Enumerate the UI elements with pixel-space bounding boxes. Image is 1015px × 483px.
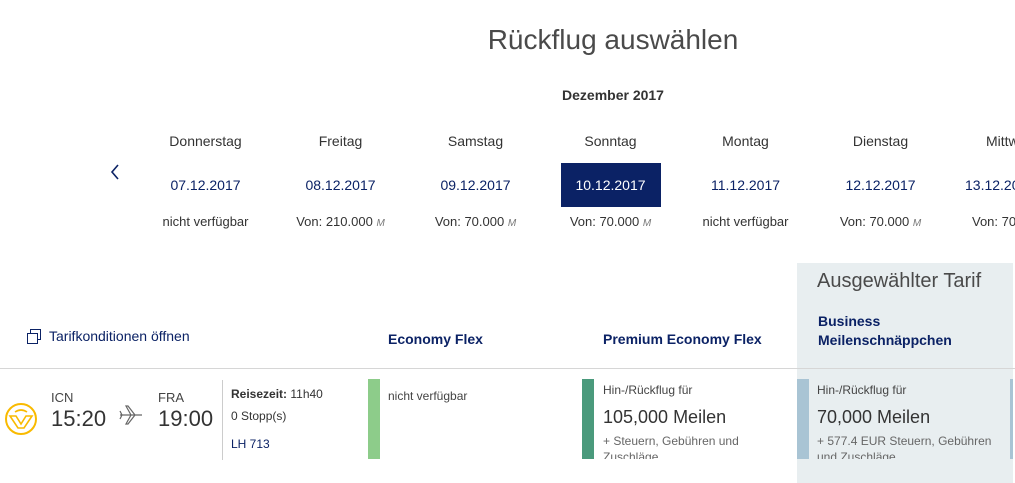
column-economy-flex: Economy Flex [388,331,483,347]
selected-tariff-title: Ausgewählter Tarif [817,270,982,292]
page-title: Rückflug auswählen [487,24,739,55]
miles-icon: M [376,218,385,229]
column-business: Business Meilenschnäppchen [818,313,952,348]
premium-fare-extra-cont: Zuschläge [603,450,659,459]
plane-icon [118,402,144,433]
month-label: Dezember 2017 [562,87,664,103]
price-text: nicht verfügbar [702,214,789,229]
price-text: Von: 70.000 [434,214,505,229]
business-fare-edge [1010,379,1013,459]
premium-fare-label: Hin-/Rückflug für [603,383,693,397]
origin-airport: ICN [51,390,74,405]
date-label: 11.12.2017 [710,177,781,193]
chevron-left-icon[interactable] [106,160,126,184]
business-fare-extra-cont: und Zuschläge [817,450,896,459]
price-label: Von: 210.000 M [273,214,408,229]
price-label: nicht verfügbar [678,214,813,229]
business-fare-miles: 70,000 Meilen [817,407,931,427]
weekday-label: Montag [722,133,769,149]
airline-logo [4,402,38,441]
date-label: 08.12.2017 [305,177,376,193]
day-4[interactable]: Montag 11.12.2017 nicht verfügbar [678,120,813,240]
economy-fare-unavailable: nicht verfügbar [388,389,468,403]
price-text: Von: 210.000 [296,214,373,229]
price-label: Von: 70.000 M [813,214,948,229]
price-text: Von: 70.000 [972,214,1015,229]
weekday-label: Donnerstag [169,133,242,149]
date-label: 13.12.2017 [965,177,1015,193]
tariff-conditions-link[interactable]: Tarifkonditionen öffnen [27,328,190,344]
weekday-label: Dienstag [852,133,909,149]
day-6[interactable]: Mittwoch 13.12.2017 Von: 70.000 M [948,120,1015,240]
price-text: Von: 70.000 [839,214,910,229]
price-text: nicht verfügbar [162,214,249,229]
travel-time-value: 11h40 [290,387,323,401]
travel-time: Reisezeit: 11h40 [231,387,323,401]
destination-airport: FRA [158,390,184,405]
weekday-label: Samstag [447,133,504,149]
price-label: Von: 70.000 M [408,214,543,229]
price-label: Von: 70.000 M [972,214,1015,229]
premium-fare-miles: 105,000 Meilen [603,407,727,427]
price-text: Von: 70.000 [569,214,640,229]
business-fare-cell[interactable]: Hin-/Rückflug für 70,000 Meilen + 577.4 … [817,383,991,459]
column-premium-economy-flex: Premium Economy Flex [603,331,762,347]
day-1[interactable]: Freitag 08.12.2017 Von: 210.000 M [273,120,408,240]
flight-number-link[interactable]: LH 713 [231,437,270,451]
date-label: 07.12.2017 [170,177,241,193]
price-label: nicht verfügbar [138,214,273,229]
stops-label: 0 Stopp(s) [231,409,287,423]
departure-time: 15:20 [51,406,107,431]
copy-icon [27,329,41,344]
price-label: Von: 70.000 M [543,214,678,229]
travel-time-label: Reisezeit: [231,387,288,401]
day-2[interactable]: Samstag 09.12.2017 Von: 70.000 M [408,120,543,240]
premium-fare-extra: + Steuern, Gebühren und [603,434,739,448]
miles-icon: M [507,218,517,229]
date-label: 10.12.2017 [560,163,661,207]
divider [0,368,1015,369]
date-label: 09.12.2017 [440,177,511,193]
weekday-label: Mittwoch [986,133,1015,149]
miles-icon: M [642,218,652,229]
day-3-selected[interactable]: Sonntag 10.12.2017 Von: 70.000 M [543,120,678,240]
premium-fare-cell[interactable]: Hin-/Rückflug für 105,000 Meilen + Steue… [603,383,739,459]
day-0[interactable]: Donnerstag 07.12.2017 nicht verfügbar [138,120,273,240]
arrival-time: 19:00 [158,406,214,431]
business-fare-label: Hin-/Rückflug für [817,383,907,397]
weekday-label: Freitag [318,133,363,149]
tariff-conditions-label: Tarifkonditionen öffnen [49,328,190,344]
day-5[interactable]: Dienstag 12.12.2017 Von: 70.000 M [813,120,948,240]
miles-icon: M [912,218,922,229]
business-fare-bar [797,379,809,459]
date-label: 12.12.2017 [845,177,916,193]
business-fare-extra: + 577.4 EUR Steuern, Gebühren [817,434,992,448]
weekday-label: Sonntag [584,133,637,149]
economy-fare-bar [368,379,380,459]
premium-fare-bar [582,379,594,459]
separator [222,380,223,460]
